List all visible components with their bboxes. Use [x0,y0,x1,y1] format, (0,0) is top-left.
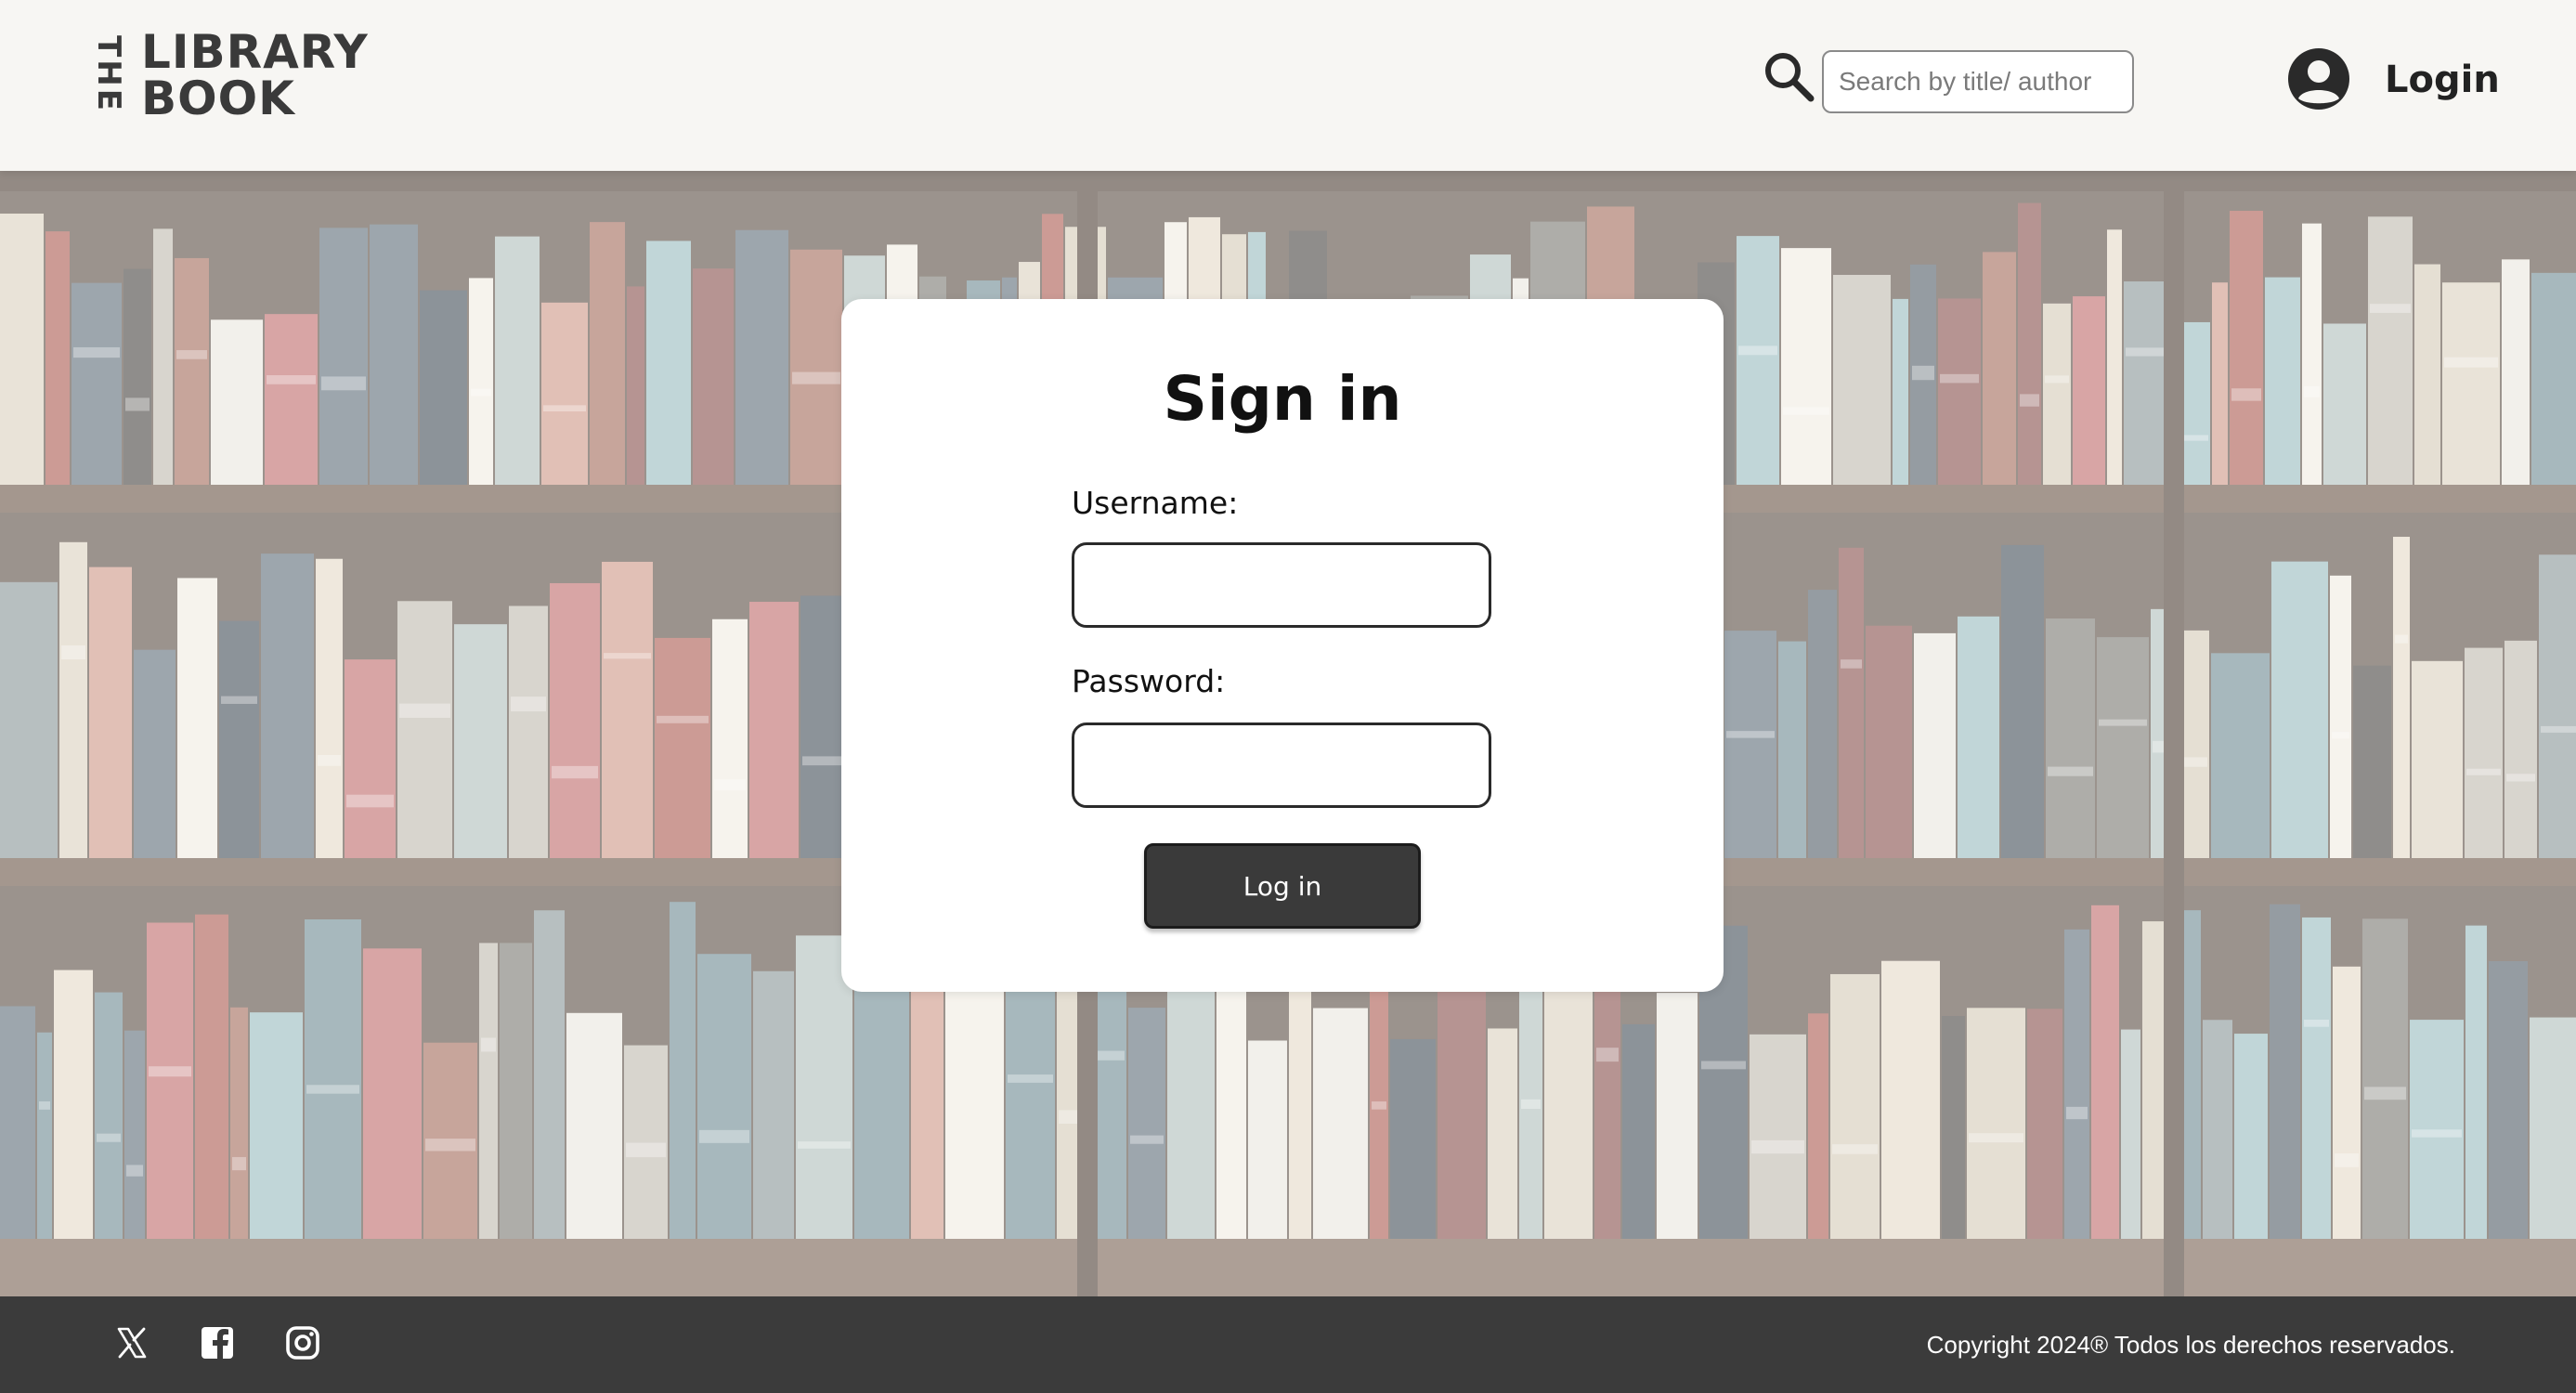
instagram-icon[interactable] [284,1324,321,1361]
username-input[interactable] [1072,542,1491,628]
facebook-icon[interactable] [199,1324,236,1361]
logo-library: LIBRARY [141,25,369,79]
site-footer: Copyright 2024® Todos los derechos reser… [0,1296,2576,1393]
search-input[interactable] [1822,50,2134,113]
site-logo[interactable]: THE LIBRARY BOOK [90,26,368,125]
password-input[interactable] [1072,723,1491,808]
signin-card: Sign in Username: Password: Log in [841,299,1724,992]
signin-title: Sign in [1163,363,1402,435]
x-icon[interactable] [113,1324,150,1361]
username-label: Username: [1072,485,1239,521]
logo-the: THE [90,35,127,113]
login-button[interactable]: Log in [1144,843,1421,929]
copyright-text: Copyright 2024® Todos los derechos reser… [1926,1331,2455,1359]
user-circle-icon[interactable] [2286,46,2351,111]
site-header: THE LIBRARY BOOK Login [0,0,2576,171]
logo-book: BOOK [141,72,295,125]
password-label: Password: [1072,663,1226,699]
search-icon[interactable] [1761,48,1816,104]
login-link[interactable]: Login [2385,54,2500,106]
